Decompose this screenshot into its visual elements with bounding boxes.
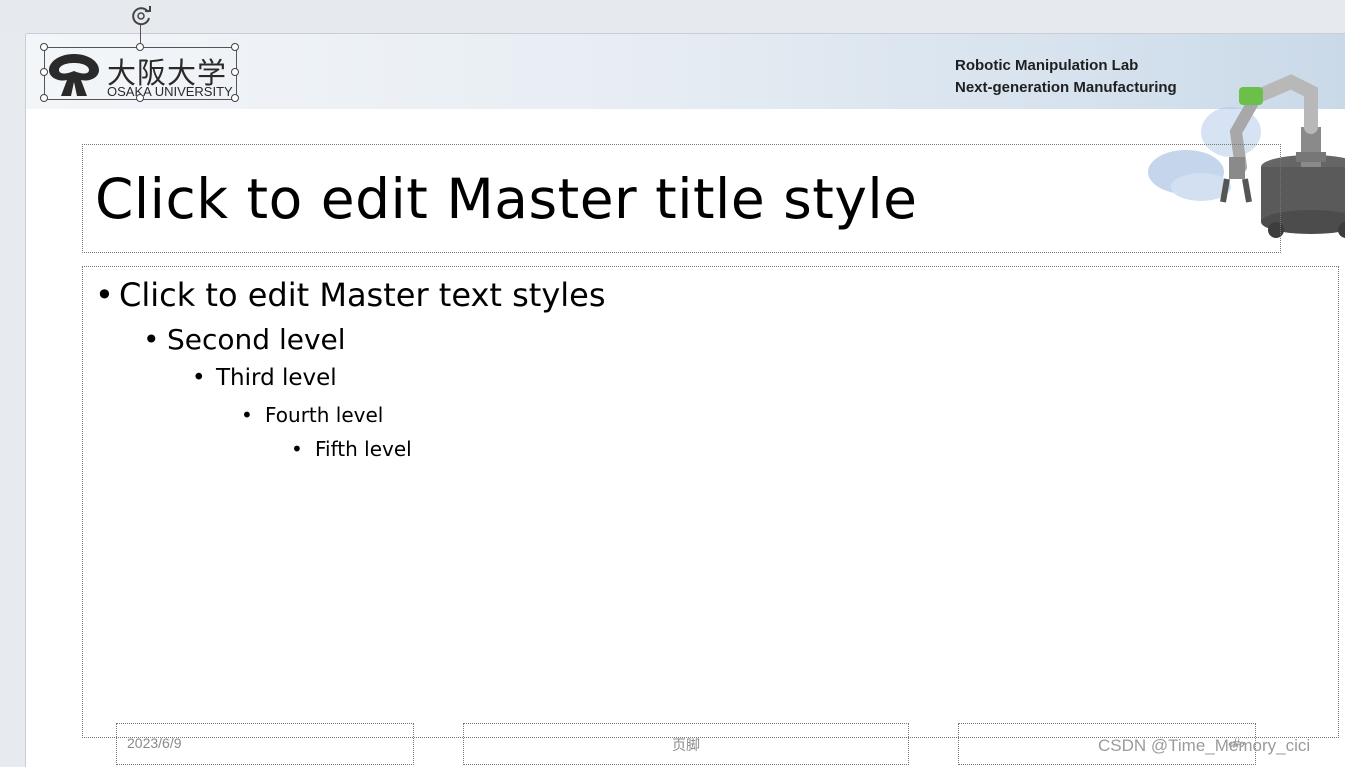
rotate-handle-stem bbox=[140, 24, 141, 44]
bullet-icon: • bbox=[192, 365, 206, 391]
resize-handle-top[interactable] bbox=[136, 43, 144, 51]
bullet-icon: • bbox=[241, 403, 253, 427]
resize-handle-top-right[interactable] bbox=[231, 43, 239, 51]
title-placeholder[interactable]: Click to edit Master title style bbox=[82, 144, 1281, 253]
bullet-icon: • bbox=[143, 323, 160, 356]
osaka-university-emblem-icon bbox=[49, 54, 99, 96]
resize-handle-bottom-left[interactable] bbox=[40, 94, 48, 102]
rotate-handle-icon[interactable] bbox=[130, 4, 154, 26]
osaka-university-logo[interactable]: 大阪大学 OSAKA UNIVERSITY bbox=[44, 47, 237, 100]
bullet-icon: • bbox=[95, 276, 114, 314]
resize-handle-top-left[interactable] bbox=[40, 43, 48, 51]
text-level-5-label: Fifth level bbox=[315, 437, 412, 461]
logo-english-text: OSAKA UNIVERSITY bbox=[107, 84, 233, 99]
master-title-text[interactable]: Click to edit Master title style bbox=[95, 167, 918, 231]
resize-handle-bottom[interactable] bbox=[136, 94, 144, 102]
text-level-1[interactable]: • Click to edit Master text styles bbox=[95, 276, 606, 314]
resize-handle-left[interactable] bbox=[40, 68, 48, 76]
text-level-4-label: Fourth level bbox=[265, 403, 384, 427]
body-text-placeholder[interactable]: • Click to edit Master text styles • Secon… bbox=[82, 266, 1339, 738]
text-level-3-label: Third level bbox=[216, 365, 337, 391]
editor-workspace-background bbox=[0, 0, 1345, 34]
text-level-2-label: Second level bbox=[167, 323, 346, 356]
resize-handle-right[interactable] bbox=[231, 68, 239, 76]
watermark-text: CSDN @Time_Memory_cici bbox=[1098, 736, 1311, 755]
text-level-1-label: Click to edit Master text styles bbox=[119, 276, 606, 314]
text-level-2[interactable]: • Second level bbox=[143, 323, 346, 356]
footer-placeholder[interactable]: 页脚 bbox=[463, 723, 909, 765]
resize-handle-bottom-right[interactable] bbox=[231, 94, 239, 102]
text-level-3[interactable]: • Third level bbox=[192, 365, 337, 391]
date-placeholder[interactable]: 2023/6/9 bbox=[116, 723, 414, 765]
bullet-icon: • bbox=[291, 437, 303, 461]
text-level-4[interactable]: • Fourth level bbox=[241, 403, 383, 427]
text-level-5[interactable]: • Fifth level bbox=[291, 437, 412, 461]
footer-text: 页脚 bbox=[672, 737, 700, 753]
slide-master-canvas[interactable]: Robotic Manipulation Lab Next-generation… bbox=[26, 34, 1345, 767]
date-text: 2023/6/9 bbox=[127, 735, 182, 751]
